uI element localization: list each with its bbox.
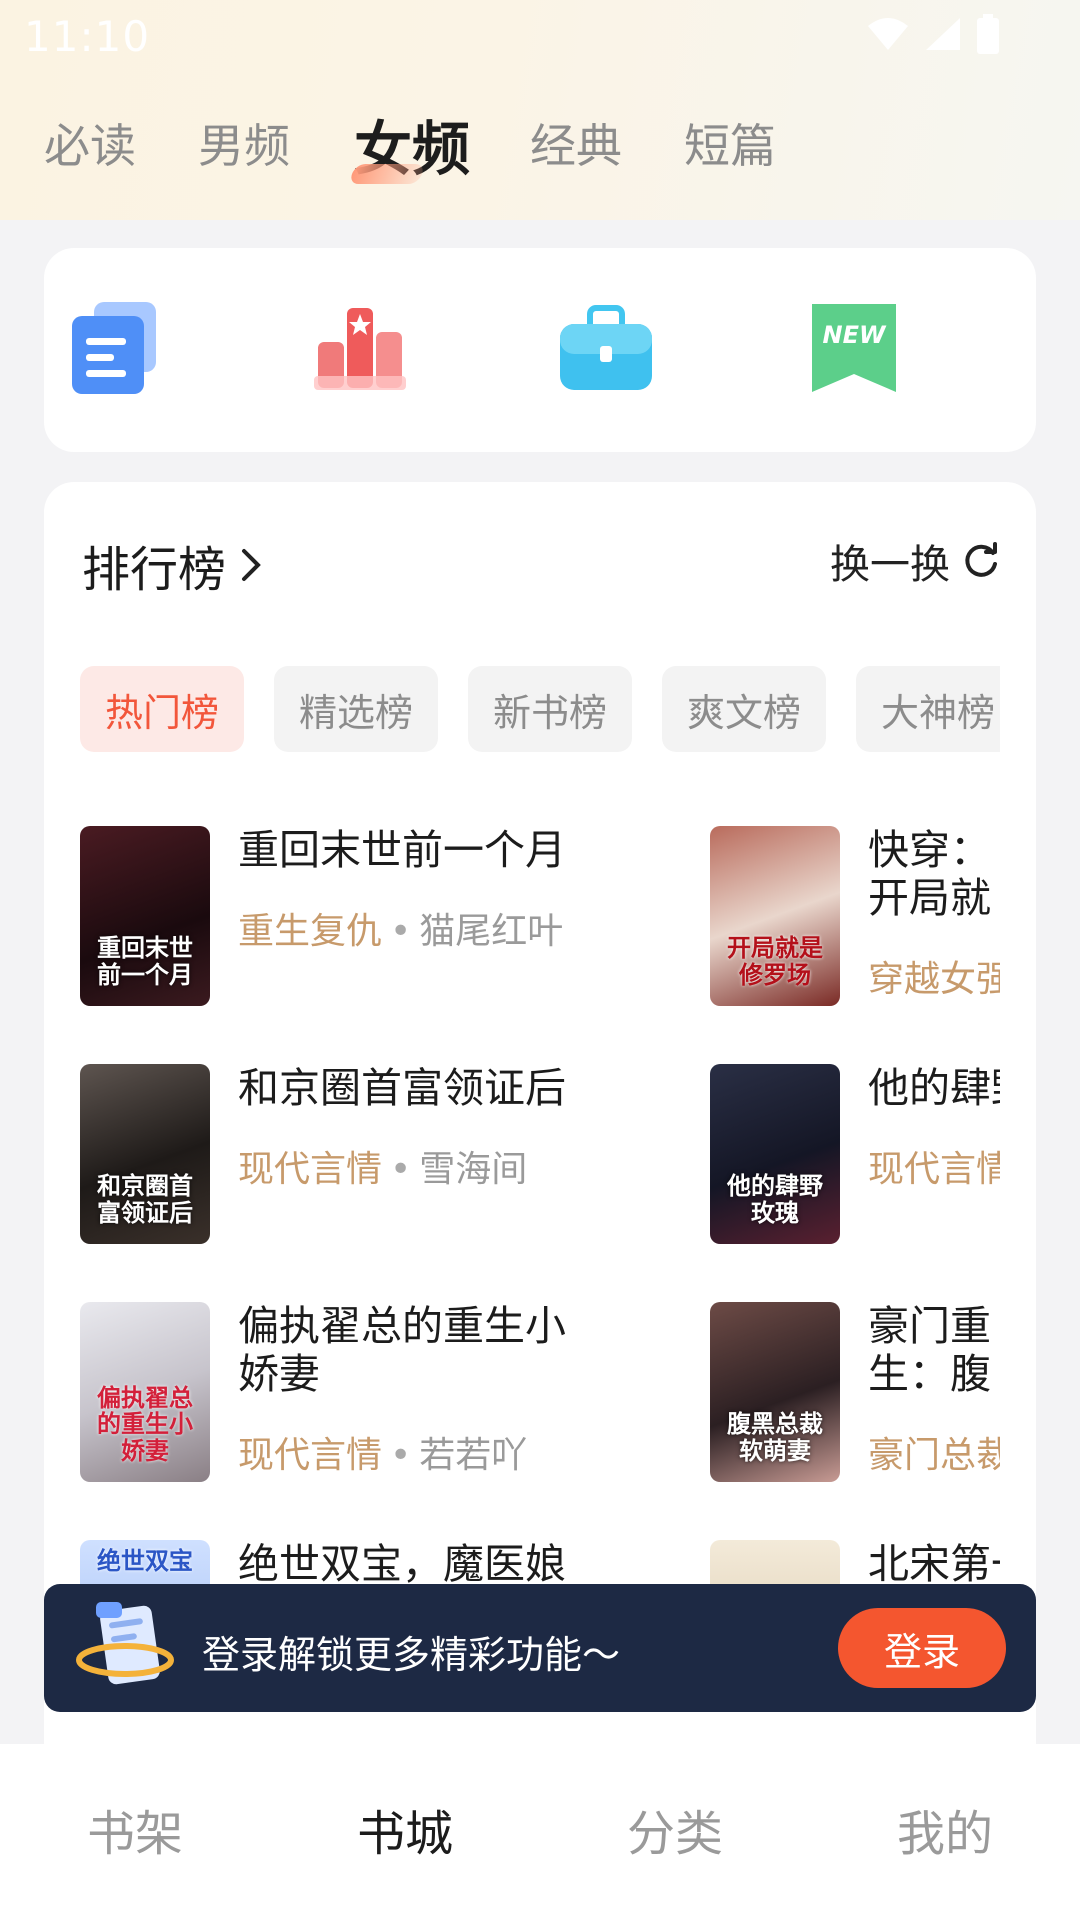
tab-duanpian[interactable]: 短篇 bbox=[684, 110, 776, 176]
chip-shuangwen[interactable]: 爽文榜 bbox=[662, 666, 826, 752]
book-meta: 现代言情 bbox=[868, 1140, 1000, 1192]
nav-profile[interactable]: 我的 bbox=[810, 1794, 1080, 1864]
active-tab-underline bbox=[348, 164, 426, 184]
new-badge-text: NEW bbox=[823, 321, 887, 349]
book-meta: 豪门总裁 bbox=[868, 1426, 1000, 1478]
status-time: 11:10 bbox=[24, 12, 151, 61]
book-genre: 现代言情 bbox=[868, 1149, 1000, 1190]
book-cover: 腹黑总裁软萌妻 bbox=[710, 1302, 840, 1482]
book-title: 和京圈首富领证后 bbox=[238, 1064, 566, 1112]
cover-title: 偏执翟总的重生小娇妻 bbox=[97, 1382, 193, 1465]
book-genre: 重生复仇 bbox=[238, 911, 383, 952]
document-stack-icon[interactable] bbox=[64, 298, 164, 398]
battery-icon bbox=[977, 14, 999, 54]
nav-bookshelf[interactable]: 书架 bbox=[0, 1794, 270, 1864]
book-item[interactable]: 他的肆野玫瑰 他的肆野玫瑰 现代言情 bbox=[710, 1064, 1000, 1264]
chip-hot[interactable]: 热门榜 bbox=[80, 666, 244, 752]
login-banner: 登录解锁更多精彩功能～ 登录 bbox=[44, 1584, 1036, 1712]
book-meta: 现代言情 • 若若吖 bbox=[238, 1435, 528, 1476]
book-genre: 豪门总裁 bbox=[868, 1435, 1000, 1476]
book-genre: 现代言情 bbox=[238, 1435, 383, 1476]
book-cover: 和京圈首富领证后 bbox=[80, 1064, 210, 1244]
book-cover: 开局就是修罗场 bbox=[710, 826, 840, 1006]
signal-icon bbox=[926, 18, 960, 50]
book-author: 若若吖 bbox=[419, 1435, 528, 1476]
book-item[interactable]: 腹黑总裁软萌妻 豪门重生：腹黑总裁软萌妻 豪门总裁 bbox=[710, 1302, 1000, 1502]
nav-bookstore[interactable]: 书城 bbox=[270, 1794, 540, 1864]
login-illustration-icon bbox=[70, 1598, 180, 1698]
cover-title: 他的肆野玫瑰 bbox=[727, 1171, 823, 1227]
book-item[interactable]: 和京圈首富领证后 和京圈首富领证后 现代言情 • 雪海间 bbox=[80, 1064, 680, 1264]
bottom-navigation: 书架 书城 分类 我的 bbox=[0, 1744, 1080, 1920]
ranking-podium-icon[interactable] bbox=[310, 298, 410, 398]
refresh-label: 换一换 bbox=[830, 542, 950, 588]
book-title: 重回末世前一个月 bbox=[238, 826, 566, 874]
cover-title: 绝世双宝 bbox=[97, 1546, 193, 1575]
book-cover: 重回末世前一个月 bbox=[80, 826, 210, 1006]
book-item[interactable]: 偏执翟总的重生小娇妻 偏执翟总的重生小娇妻 现代言情 • 若若吖 bbox=[80, 1302, 680, 1502]
chip-new[interactable]: 新书榜 bbox=[468, 666, 632, 752]
book-title: 北宋第一 bbox=[868, 1540, 1000, 1586]
wifi-icon bbox=[868, 18, 908, 50]
login-button[interactable]: 登录 bbox=[838, 1608, 1006, 1688]
refresh-icon bbox=[965, 542, 997, 577]
book-cover: 偏执翟总的重生小娇妻 bbox=[80, 1302, 210, 1482]
book-item[interactable]: 开局就是修罗场 快穿：开局就是修罗场 穿越女强 bbox=[710, 826, 1000, 1026]
tab-jingdian[interactable]: 经典 bbox=[530, 110, 622, 176]
chip-dashen[interactable]: 大神榜 bbox=[856, 666, 1000, 752]
tab-nanpin[interactable]: 男频 bbox=[198, 110, 290, 176]
cover-title: 开局就是修罗场 bbox=[727, 933, 823, 989]
book-author: 雪海间 bbox=[419, 1149, 528, 1190]
status-icons bbox=[866, 14, 1000, 54]
cover-title: 腹黑总裁软萌妻 bbox=[727, 1409, 823, 1465]
book-author: 猫尾红叶 bbox=[419, 911, 564, 952]
book-meta: 穿越女强 bbox=[868, 950, 1000, 1002]
chevron-right-icon bbox=[242, 549, 261, 581]
ranking-chips: 热门榜 精选榜 新书榜 爽文榜 大神榜 bbox=[80, 666, 1000, 754]
book-title: 快穿：开局就是修罗场 bbox=[868, 826, 991, 926]
tab-bidu[interactable]: 必读 bbox=[44, 110, 136, 176]
nav-category[interactable]: 分类 bbox=[540, 1794, 810, 1864]
status-bar: 11:10 bbox=[0, 0, 1080, 70]
refresh-button[interactable]: 换一换 bbox=[830, 532, 1000, 590]
book-title: 他的肆野玫瑰 bbox=[868, 1064, 1000, 1112]
new-badge-icon[interactable]: NEW bbox=[804, 298, 904, 398]
ranking-header[interactable]: 排行榜 bbox=[82, 530, 262, 600]
briefcase-icon[interactable] bbox=[556, 298, 656, 398]
cover-title: 和京圈首富领证后 bbox=[97, 1171, 193, 1227]
book-cover bbox=[710, 1540, 840, 1586]
book-cover: 绝世双宝 bbox=[80, 1540, 210, 1586]
book-title: 绝世双宝，魔医娘 bbox=[238, 1540, 566, 1586]
book-genre: 现代言情 bbox=[238, 1149, 383, 1190]
login-prompt-text: 登录解锁更多精彩功能～ bbox=[202, 1633, 621, 1677]
book-item[interactable]: 绝世双宝 绝世双宝，魔医娘 bbox=[80, 1540, 680, 1586]
book-genre: 穿越女强 bbox=[868, 959, 1000, 1000]
book-meta: 重生复仇 • 猫尾红叶 bbox=[238, 911, 564, 952]
chip-selected[interactable]: 精选榜 bbox=[274, 666, 438, 752]
book-item[interactable]: 重回末世前一个月 重回末世前一个月 重生复仇 • 猫尾红叶 bbox=[80, 826, 680, 1026]
ranking-title: 排行榜 bbox=[82, 542, 227, 598]
ranking-book-list: 重回末世前一个月 重回末世前一个月 重生复仇 • 猫尾红叶 和京圈首富领证后 和京圈… bbox=[80, 826, 1000, 1586]
book-title: 偏执翟总的重生小娇妻 bbox=[238, 1302, 566, 1399]
book-item[interactable]: 北宋第一 bbox=[710, 1540, 1000, 1586]
book-title: 豪门重生：腹黑总裁软萌妻 bbox=[868, 1302, 991, 1402]
quick-entry-card: NEW bbox=[44, 248, 1036, 452]
book-meta: 现代言情 • 雪海间 bbox=[238, 1149, 528, 1190]
book-cover: 他的肆野玫瑰 bbox=[710, 1064, 840, 1244]
cover-title: 重回末世前一个月 bbox=[97, 933, 193, 989]
